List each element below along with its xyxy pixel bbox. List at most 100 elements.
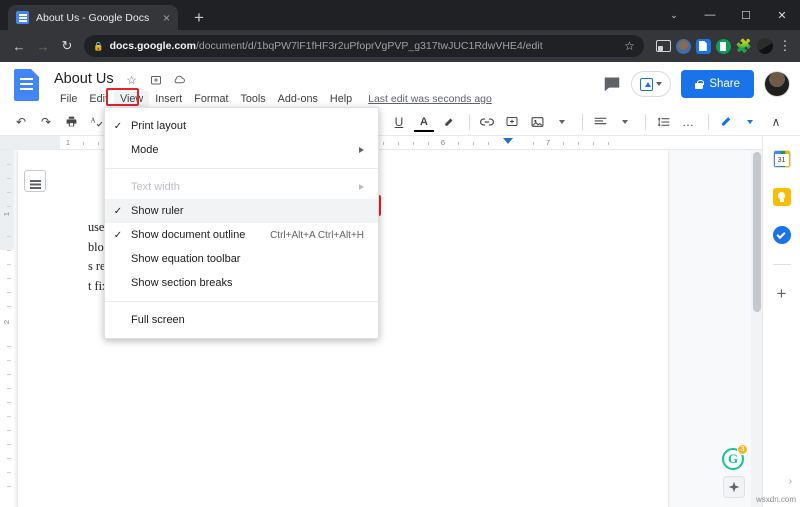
menu-help[interactable]: Help (324, 91, 358, 107)
redo-icon[interactable]: ↷ (35, 111, 57, 133)
menu-item-show-equation-toolbar[interactable]: Show equation toolbar (105, 247, 378, 271)
google-keep-icon[interactable] (772, 188, 791, 206)
profile-avatar[interactable] (757, 38, 773, 54)
more-options-icon[interactable]: … (677, 111, 699, 133)
address-bar[interactable]: 🔒 docs.google.com/document/d/1bqPW7lF1fH… (84, 35, 644, 57)
menu-divider (105, 168, 378, 169)
collapse-toolbar-icon[interactable]: ∧ (765, 111, 787, 133)
back-icon[interactable]: ← (8, 35, 30, 57)
new-tab-button[interactable]: + (188, 6, 210, 28)
menu-file[interactable]: File (54, 91, 83, 107)
menu-item-mode[interactable]: Mode (105, 138, 378, 162)
chevron-down-icon[interactable] (656, 82, 663, 86)
toolbar-divider (708, 113, 709, 130)
menu-addons[interactable]: Add-ons (272, 91, 324, 107)
scrollbar-thumb[interactable] (752, 152, 761, 312)
google-docs-favicon-icon (16, 11, 29, 24)
text-color-button[interactable]: A (413, 111, 435, 133)
google-tasks-icon[interactable] (772, 226, 791, 244)
extension-green-icon[interactable] (715, 38, 731, 54)
explore-button[interactable] (723, 476, 745, 498)
lock-icon: 🔒 (93, 40, 104, 51)
present-button[interactable] (631, 71, 672, 97)
svg-text:A: A (90, 117, 96, 125)
tab-title: About Us - Google Docs (36, 11, 150, 24)
bookmark-star-icon[interactable]: ☆ (618, 39, 635, 53)
browser-titlebar: About Us - Google Docs × + ⌄ — ☐ ✕ (0, 0, 800, 30)
menu-item-show-document-outline[interactable]: ✓ Show document outline Ctrl+Alt+A Ctrl+… (105, 223, 378, 247)
menu-item-label: Show ruler (131, 205, 184, 217)
submenu-arrow-icon (359, 184, 364, 190)
move-to-folder-icon[interactable] (149, 73, 162, 86)
cast-icon[interactable] (655, 39, 671, 54)
add-comment-icon[interactable] (501, 111, 523, 133)
close-window-button[interactable]: ✕ (764, 0, 800, 30)
document-scrollbar[interactable] (751, 150, 762, 507)
docs-menu-bar: File Edit View Insert Format Tools Add-o… (54, 91, 492, 107)
cloud-saved-icon[interactable] (173, 73, 186, 86)
align-icon[interactable] (589, 111, 611, 133)
chevron-right-icon[interactable]: › (789, 476, 792, 487)
url-host: docs.google.com (109, 40, 196, 52)
insert-image-icon[interactable] (526, 111, 548, 133)
link-icon[interactable] (476, 111, 498, 133)
puzzle-icon[interactable]: 🧩 (736, 38, 752, 54)
present-icon (640, 77, 654, 91)
browser-window: About Us - Google Docs × + ⌄ — ☐ ✕ ← → ↻… (0, 0, 800, 507)
kebab-menu-icon[interactable]: ⋮ (778, 38, 792, 54)
browser-tab[interactable]: About Us - Google Docs × (8, 5, 178, 30)
editing-pencil-icon[interactable] (715, 111, 737, 133)
url-path: /document/d/1bqPW7lF1fHF3r2uPfoprVgPVP_g… (195, 40, 543, 52)
menu-item-show-ruler[interactable]: ✓ Show ruler (105, 199, 378, 223)
forward-icon[interactable]: → (32, 35, 54, 57)
menu-format[interactable]: Format (188, 91, 234, 107)
ruler-number-6: 6 (440, 138, 446, 147)
check-icon: ✓ (113, 205, 123, 217)
print-icon[interactable] (60, 111, 82, 133)
extension-avatar-icon[interactable] (675, 38, 691, 54)
check-icon: ✓ (113, 229, 123, 241)
undo-icon[interactable]: ↶ (10, 111, 32, 133)
check-icon: ✓ (113, 120, 123, 132)
avatar[interactable] (764, 71, 790, 97)
menu-tools[interactable]: Tools (234, 91, 271, 107)
chevron-down-icon[interactable]: ⌄ (656, 0, 692, 30)
vruler-number-2: 2 (2, 320, 11, 325)
menu-item-label: Print layout (131, 120, 187, 132)
align-caret[interactable] (614, 111, 636, 133)
star-icon[interactable]: ☆ (125, 73, 138, 87)
document-title[interactable]: About Us (54, 71, 114, 87)
add-addon-button[interactable]: + (777, 285, 787, 302)
vertical-ruler: 1 2 (0, 150, 14, 507)
google-docs-logo[interactable] (14, 69, 39, 101)
share-button[interactable]: Share (681, 70, 754, 98)
highlighter-icon[interactable] (438, 111, 460, 133)
line-spacing-icon[interactable] (652, 111, 674, 133)
minimize-button[interactable]: — (692, 0, 728, 30)
url-text: docs.google.com/document/d/1bqPW7lF1fHF3… (110, 40, 543, 52)
close-tab-icon[interactable]: × (163, 12, 170, 24)
comment-history-icon[interactable] (603, 76, 621, 92)
menu-view[interactable]: View (114, 91, 150, 107)
menu-item-show-section-breaks[interactable]: Show section breaks (105, 271, 378, 295)
underline-button[interactable]: U (388, 111, 410, 133)
vruler-number-1: 1 (2, 212, 11, 217)
menu-item-label: Full screen (131, 314, 185, 326)
maximize-button[interactable]: ☐ (728, 0, 764, 30)
editing-mode-caret[interactable] (740, 111, 762, 133)
last-edit-label[interactable]: Last edit was seconds ago (368, 93, 492, 105)
grammarly-widget[interactable]: G 3 (722, 444, 748, 470)
menu-edit[interactable]: Edit (83, 91, 114, 107)
docs-header: About Us ☆ File Edit View Insert Format … (0, 62, 800, 108)
menu-item-full-screen[interactable]: Full screen (105, 308, 378, 332)
lock-icon (695, 79, 704, 89)
google-calendar-icon[interactable] (772, 150, 791, 168)
extension-docs-icon[interactable] (695, 38, 711, 54)
menu-item-print-layout[interactable]: ✓ Print layout (105, 114, 378, 138)
reload-icon[interactable]: ↻ (56, 35, 78, 57)
menu-insert[interactable]: Insert (149, 91, 188, 107)
document-outline-icon[interactable] (24, 170, 46, 192)
image-options-caret[interactable] (551, 111, 573, 133)
watermark: wsxdn.com (755, 495, 796, 504)
right-indent-marker[interactable] (503, 138, 513, 144)
